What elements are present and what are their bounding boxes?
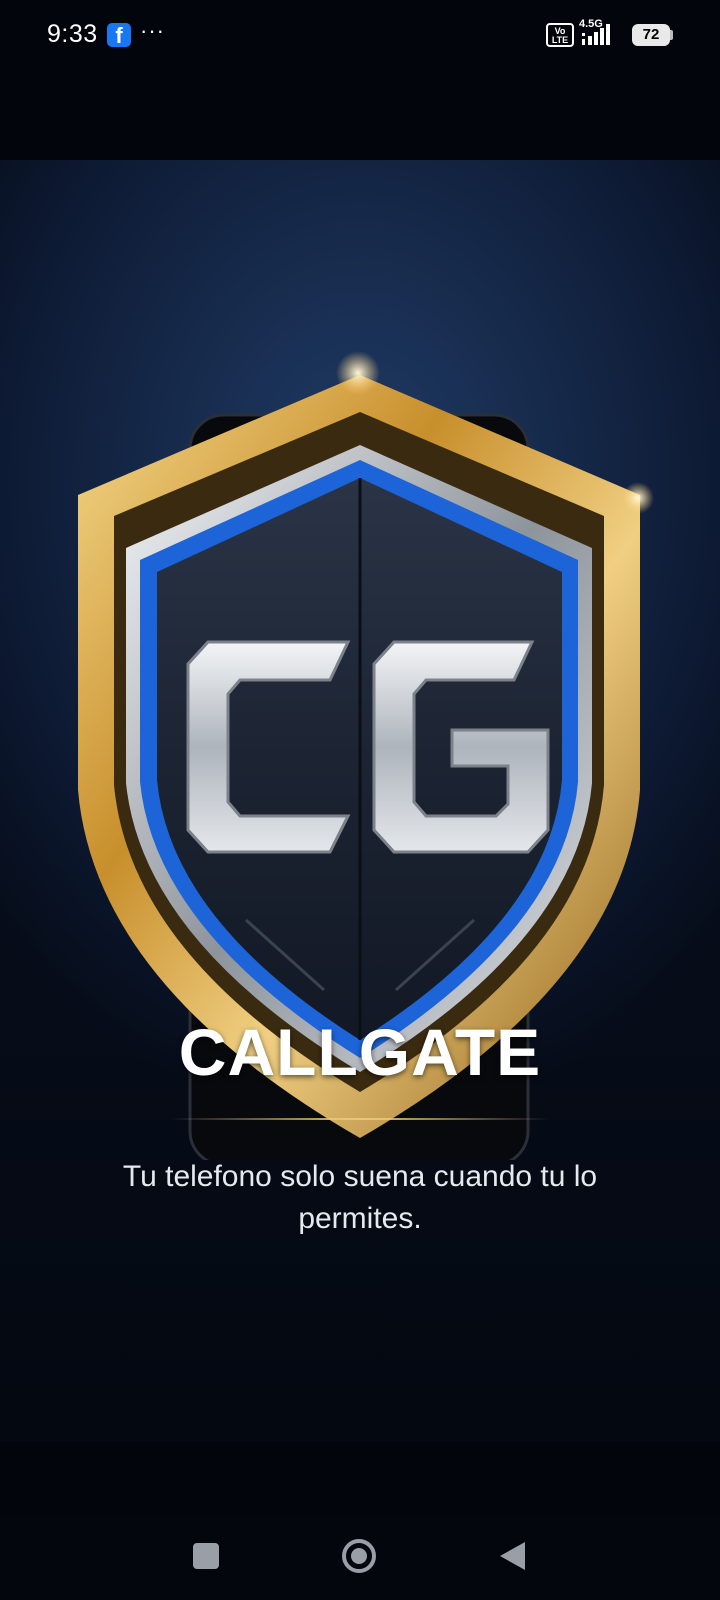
recents-button[interactable] — [193, 1543, 219, 1569]
battery-level: 72 — [642, 26, 660, 43]
signal-icon — [582, 24, 610, 45]
back-button[interactable] — [497, 1540, 527, 1572]
callgate-shield-logo — [78, 351, 654, 1160]
top-band — [0, 72, 720, 160]
home-button[interactable] — [341, 1538, 377, 1574]
more-dots-icon: ··· — [140, 18, 165, 43]
volte-label: Vo LTE — [551, 26, 569, 45]
tagline: Tu telefono solo suena cuando tu lo perm… — [122, 1160, 598, 1235]
volte-icon: Vo LTE — [546, 23, 574, 47]
sparkle-right — [622, 482, 654, 514]
facebook-icon: f — [107, 23, 131, 48]
battery-tip — [670, 30, 673, 40]
title-divider — [170, 1118, 550, 1120]
status-time: 9:33 — [47, 20, 98, 48]
status-bar: 9:33 f ··· Vo LTE 4.5G 72 — [0, 0, 720, 72]
sparkle-top — [336, 351, 380, 395]
battery-icon: 72 — [632, 24, 670, 46]
bottom-band — [0, 1442, 720, 1514]
app-title: CALLGATE — [178, 1015, 542, 1089]
